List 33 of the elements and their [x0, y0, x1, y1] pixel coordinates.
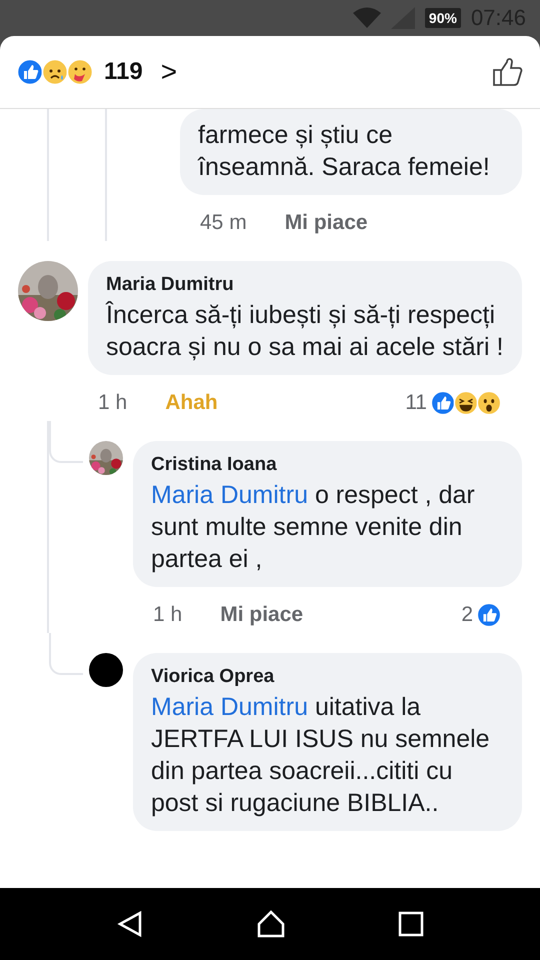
author-name[interactable]: Cristina Ioana [151, 451, 504, 479]
comment-time: 45 m [200, 211, 247, 235]
comment-text: Maria Dumitru o respect , dar sunt multe semne venite din partea ei , [151, 480, 476, 575]
react-button[interactable]: Mi piace [284, 211, 368, 235]
reaction-count: 11 [405, 391, 427, 415]
recents-icon[interactable] [398, 911, 424, 937]
avatar [89, 653, 123, 687]
comment-text: Maria Dumitru uitativa la JERTFA LUI ISUS nu semnele din partea soacreii...cititi cu post si rugaciune BIBLIA.. [151, 692, 491, 819]
like-icon[interactable] [492, 56, 524, 88]
comment-text: farmece și știu ce înseamnă. Saraca femeie! [198, 120, 491, 183]
haha-reaction-icon [453, 390, 479, 416]
comment-time: 1 h [98, 391, 128, 415]
author-name[interactable]: Maria Dumitru [106, 271, 504, 299]
like-reaction-icon [430, 390, 456, 416]
author-name[interactable]: Viorica Oprea [151, 663, 504, 691]
mention-link[interactable]: Maria Dumitru [151, 693, 308, 721]
react-button[interactable]: Mi piace [220, 603, 304, 627]
wow-reaction-icon [476, 390, 502, 416]
comment-text: Încerca să-ți iubești și să-ți respecți soacra și nu o sa mai ai acele stări ! [106, 300, 504, 363]
care-reaction-icon [66, 58, 94, 86]
like-reaction-icon [476, 602, 502, 628]
battery-level: 90% [424, 8, 461, 28]
mention-link[interactable]: Maria Dumitru [151, 481, 308, 509]
comment-time: 1 h [153, 603, 182, 627]
wifi-icon [352, 7, 381, 29]
back-icon[interactable] [116, 910, 144, 938]
thread-line [49, 633, 83, 675]
chevron-icon[interactable]: > [160, 56, 178, 88]
home-icon[interactable] [256, 910, 286, 938]
sad-reaction-icon [41, 58, 69, 86]
like-reaction-icon [16, 58, 44, 86]
reaction-total[interactable]: 119 [104, 58, 143, 86]
reaction-count: 2 [461, 603, 473, 627]
